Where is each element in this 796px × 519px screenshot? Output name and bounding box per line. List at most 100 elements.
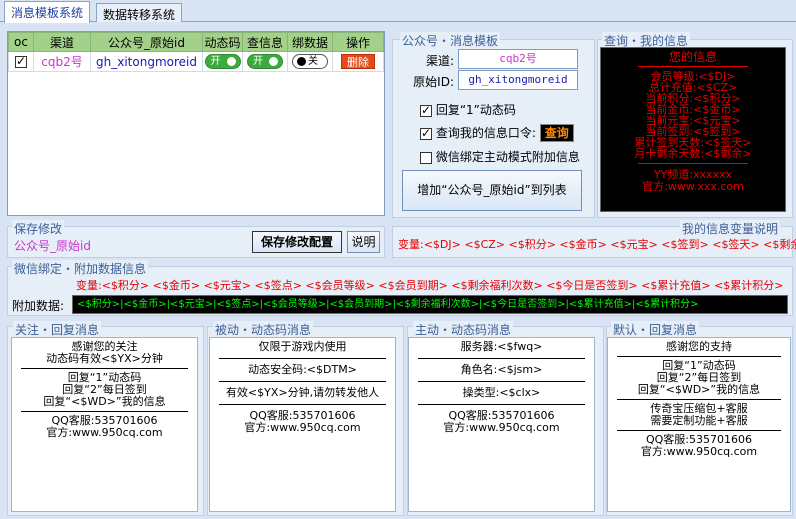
- message-line: 动态码有效<$YX>分钟: [46, 352, 163, 365]
- message-divider: [418, 381, 585, 382]
- option-bind-extra[interactable]: 微信绑定主动模式附加信息: [420, 148, 580, 165]
- bind-var-list: 变量:<$积分> <$金币> <$元宝> <$签点> <$会员等级> <$会员到…: [76, 277, 784, 293]
- info-preview[interactable]: 您的信息 会员等级:<$DJ> 总计充值:<$CZ> 当前积分:<$积分> 当前…: [600, 47, 786, 212]
- var-panel-title: 我的信息变量说明: [680, 220, 781, 237]
- delete-button[interactable]: 删除: [341, 54, 375, 69]
- save-current-value: 公众号_原始id: [14, 239, 91, 253]
- info-divider: [638, 66, 748, 67]
- active-code-panel-title: 主动・动态码消息: [413, 321, 514, 338]
- column-header-action: 操作: [332, 32, 384, 52]
- toggle-knob-icon: [269, 57, 278, 66]
- follow-reply-panel-title: 关注・回复消息: [13, 321, 102, 338]
- column-header-query: 查信息: [242, 32, 288, 52]
- passive-code-panel-title: 被动・动态码消息: [213, 321, 314, 338]
- toggle-knob-icon: [226, 57, 236, 66]
- row-channel: cqb2号: [33, 51, 91, 72]
- message-line: 感谢您的支持: [666, 340, 732, 353]
- message-line: 回复“<$WD>”我的信息: [637, 383, 761, 396]
- message-divider: [617, 399, 781, 400]
- message-line: 仅限于游戏内使用: [258, 340, 347, 353]
- message-line: 角色名:<$jsm>: [460, 363, 543, 376]
- message-line: 官方:www.950cq.com: [46, 426, 163, 439]
- message-divider: [219, 381, 386, 382]
- message-divider: [418, 404, 585, 405]
- message-line: 动态安全码:<$DTM>: [248, 363, 357, 376]
- row-action-cell[interactable]: 删除: [332, 51, 384, 72]
- channel-label: 渠道:: [425, 54, 454, 68]
- dyn-code-toggle-label: 开: [210, 56, 221, 67]
- save-config-button[interactable]: 保存修改配置: [252, 231, 342, 253]
- add-to-list-button[interactable]: 增加“公众号_原始id”到列表: [402, 170, 582, 211]
- column-header-oc: oc: [8, 32, 34, 52]
- passive-code-editor[interactable]: 仅限于游戏内使用 动态安全码:<$DTM> 有效<$YX>分钟,请勿转发他人 Q…: [209, 337, 396, 512]
- message-line: 官方:www.950cq.com: [244, 421, 361, 434]
- option-dyn-code-label: 回复“1”动态码: [435, 103, 516, 117]
- message-divider: [617, 356, 781, 357]
- info-line: 您的信息: [668, 50, 717, 64]
- message-divider: [21, 411, 188, 412]
- toggle-knob-icon: [297, 57, 306, 66]
- follow-reply-editor[interactable]: 感谢您的关注 动态码有效<$YX>分钟 回复“1”动态码 回复“2”每日签到 回…: [11, 337, 198, 512]
- option-query-label: 查询我的信息口令:: [435, 126, 536, 140]
- dyn-code-toggle[interactable]: 开: [204, 54, 241, 69]
- var-list: 变量:<$DJ> <$CZ> <$积分> <$金币> <$元宝> <$签到> <…: [398, 236, 796, 252]
- info-line: 官方:www.xxx.com: [642, 180, 744, 193]
- default-reply-editor[interactable]: 感谢您的支持 回复“1”动态码 回复“2”每日签到 回复“<$WD>”我的信息 …: [607, 337, 791, 512]
- message-divider: [219, 358, 386, 359]
- table-row[interactable]: cqb2号 gh_xitongmoreid 开 开 关 删除: [8, 51, 384, 72]
- bind-panel-title: 微信绑定・附加数据信息: [12, 260, 149, 277]
- message-line: 有效<$YX>分钟,请勿转发他人: [225, 386, 380, 399]
- message-line: 操类型:<$clx>: [462, 386, 541, 399]
- message-line: 官方:www.950cq.com: [443, 421, 560, 434]
- info-divider: [638, 163, 748, 164]
- extra-data-label: 附加数据:: [12, 299, 65, 313]
- var-prefix: 变量:: [398, 238, 424, 251]
- bind-toggle[interactable]: 关: [292, 54, 328, 69]
- message-divider: [617, 430, 781, 431]
- option-bind-extra-checkbox[interactable]: [420, 151, 432, 164]
- option-query[interactable]: 查询我的信息口令: 查询: [420, 124, 574, 142]
- help-button[interactable]: 说明: [347, 231, 380, 253]
- extra-data-input[interactable]: <$积分>|<$金币>|<$元宝>|<$签点>|<$会员等级>|<$会员到期>|…: [72, 295, 788, 314]
- tab-bar: 消息模板系统 数据转移系统: [0, 0, 796, 23]
- row-checkbox-cell[interactable]: [8, 51, 34, 72]
- original-id-input[interactable]: gh_xitongmoreid: [458, 70, 578, 90]
- bind-toggle-label: 关: [308, 56, 318, 67]
- var-values: <$DJ> <$CZ> <$积分> <$金币> <$元宝> <$签到> <$签天…: [423, 238, 796, 251]
- row-bind-cell[interactable]: 关: [287, 51, 333, 72]
- message-divider: [418, 358, 585, 359]
- option-dyn-code-checkbox[interactable]: [420, 103, 432, 117]
- column-header-bind: 绑数据: [287, 32, 333, 52]
- active-code-editor[interactable]: 服务器:<$fwq> 角色名:<$jsm> 操类型:<$clx> QQ客服:53…: [408, 337, 595, 512]
- message-divider: [219, 404, 386, 405]
- query-toggle-label: 开: [253, 56, 263, 67]
- message-divider: [21, 368, 188, 369]
- row-original-id: gh_xitongmoreid: [90, 51, 203, 72]
- query-keyword-field[interactable]: 查询: [539, 124, 574, 142]
- message-line: 官方:www.950cq.com: [640, 445, 758, 458]
- default-reply-panel-title: 默认・回复消息: [611, 321, 700, 338]
- row-query-cell[interactable]: 开: [242, 51, 288, 72]
- message-line: 需要定制功能+客服: [650, 414, 748, 427]
- message-line: 服务器:<$fwq>: [460, 340, 543, 353]
- tab-data-transfer[interactable]: 数据转移系统: [96, 3, 183, 22]
- channel-input[interactable]: cqb2号: [458, 49, 578, 69]
- message-line: 回复“<$WD>”我的信息: [43, 395, 166, 408]
- template-panel-title: 公众号・消息模板: [400, 32, 501, 49]
- row-checkbox[interactable]: [15, 54, 27, 68]
- bind-var-values: <$积分> <$金币> <$元宝> <$签点> <$会员等级> <$会员到期> …: [101, 279, 784, 292]
- option-dyn-code[interactable]: 回复“1”动态码: [420, 101, 516, 118]
- column-header-original-id: 公众号_原始id: [90, 32, 203, 52]
- option-bind-extra-label: 微信绑定主动模式附加信息: [435, 150, 580, 164]
- save-panel-title: 保存修改: [12, 220, 65, 237]
- info-line: 月卡剩余天数:<$剩余>: [634, 147, 752, 160]
- option-query-checkbox[interactable]: [420, 126, 432, 140]
- column-header-channel: 渠道: [33, 32, 91, 52]
- channel-table: oc 渠道 公众号_原始id 动态码 查信息 绑数据 操作 cqb2号 gh_x…: [7, 31, 385, 216]
- column-header-dyn-code: 动态码: [202, 32, 243, 52]
- bind-var-prefix: 变量:: [76, 279, 102, 292]
- original-id-label: 原始ID:: [413, 75, 454, 89]
- row-dyn-code-cell[interactable]: 开: [202, 51, 243, 72]
- query-toggle[interactable]: 开: [247, 54, 283, 69]
- tab-message-template[interactable]: 消息模板系统: [4, 1, 91, 23]
